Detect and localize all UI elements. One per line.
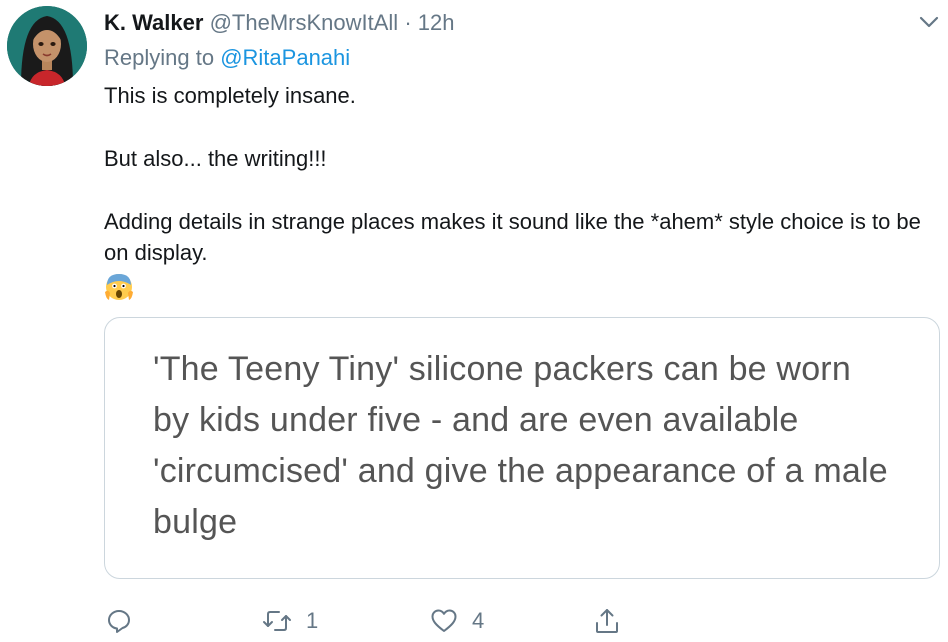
replying-mention-link[interactable]: @RitaPanahi: [220, 45, 350, 70]
reply-button[interactable]: [106, 600, 132, 642]
chevron-down-icon[interactable]: [916, 12, 942, 34]
reply-icon: [106, 608, 132, 634]
tweet[interactable]: K. Walker @TheMrsKnowItAll · 12h Replyin…: [0, 0, 948, 642]
tweet-header: K. Walker @TheMrsKnowItAll · 12h: [104, 9, 454, 37]
replying-to: Replying to @RitaPanahi: [104, 44, 350, 72]
retweet-icon: [262, 608, 292, 634]
timestamp[interactable]: 12h: [418, 10, 455, 35]
tweet-text-line-1: This is completely insane.: [104, 83, 356, 108]
like-button[interactable]: 4: [430, 600, 484, 642]
retweet-button[interactable]: 1: [262, 600, 318, 642]
tweet-text-line-3: Adding details in strange places makes i…: [104, 209, 921, 265]
quoted-card-text: 'The Teeny Tiny' silicone packers can be…: [153, 350, 888, 541]
author-name[interactable]: K. Walker: [104, 10, 203, 35]
retweet-count: 1: [306, 608, 319, 633]
heart-icon: [430, 608, 458, 634]
tweet-text-line-2: But also... the writing!!!: [104, 146, 327, 171]
share-icon: [593, 607, 621, 635]
avatar[interactable]: [7, 6, 87, 86]
like-count: 4: [472, 608, 485, 633]
face-screaming-in-fear-icon: [104, 272, 134, 302]
share-button[interactable]: [593, 600, 621, 642]
author-handle[interactable]: @TheMrsKnowItAll: [210, 10, 399, 35]
tweet-actions: 1 4: [0, 600, 948, 642]
separator-dot: ·: [404, 10, 412, 35]
replying-prefix: Replying to: [104, 45, 215, 70]
quoted-card[interactable]: 'The Teeny Tiny' silicone packers can be…: [104, 317, 940, 579]
